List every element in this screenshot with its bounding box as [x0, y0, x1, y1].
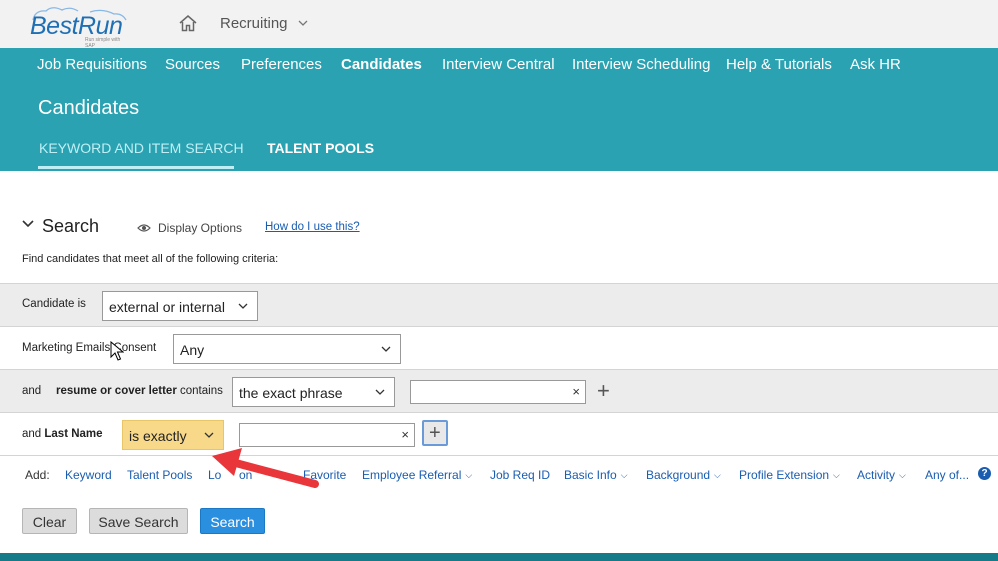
chevron-down-icon: ⌵	[620, 470, 628, 480]
nav-preferences[interactable]: Preferences	[241, 56, 322, 73]
search-section-title: Search	[42, 216, 100, 236]
chevron-down-icon	[298, 20, 308, 26]
mouse-cursor-icon	[110, 341, 124, 361]
chevron-down-icon	[375, 389, 385, 395]
chevron-down-icon	[381, 346, 391, 352]
plus-icon: +	[429, 422, 441, 444]
search-button[interactable]: Search	[200, 508, 265, 534]
criteria-label: resume or cover letter contains	[56, 385, 223, 397]
nav-help-tutorials[interactable]: Help & Tutorials	[726, 56, 832, 73]
criteria-row-candidate-is: Candidate is external or internal	[0, 283, 998, 326]
active-tab-indicator	[38, 166, 234, 169]
criteria-field: resume or cover letter	[56, 385, 177, 397]
criteria-prefix: and	[22, 385, 42, 397]
criteria-operator-text: contains	[180, 385, 223, 397]
add-job-req-id-link[interactable]: Job Req ID	[490, 468, 550, 482]
module-label: Recruiting	[220, 15, 288, 32]
tab-talent-pools[interactable]: TALENT POOLS	[267, 140, 374, 156]
add-activity-link[interactable]: Activity ⌵	[857, 468, 906, 482]
link-label: Activity	[857, 468, 896, 482]
nav-interview-central[interactable]: Interview Central	[442, 56, 555, 73]
link-label: Employee Referral	[362, 468, 462, 482]
clear-button[interactable]: Clear	[22, 508, 77, 534]
collapse-chevron-icon[interactable]	[22, 220, 34, 228]
display-options-button[interactable]: Display Options	[158, 221, 242, 235]
select-value: the exact phrase	[239, 385, 343, 401]
candidate-type-select[interactable]: external or internal	[102, 291, 258, 321]
add-background-link[interactable]: Background ⌵	[646, 468, 721, 482]
chevron-down-icon: ⌵	[465, 470, 473, 480]
home-icon[interactable]	[178, 14, 198, 32]
nav-interview-scheduling[interactable]: Interview Scheduling	[572, 56, 710, 73]
footer-bar	[0, 553, 998, 561]
chevron-down-icon	[238, 303, 248, 309]
how-to-use-link[interactable]: How do I use this?	[265, 221, 360, 233]
add-profile-extension-link[interactable]: Profile Extension ⌵	[739, 468, 840, 482]
criteria-prefix: and	[22, 428, 42, 440]
marketing-consent-select[interactable]: Any	[173, 334, 401, 364]
nav-job-requisitions[interactable]: Job Requisitions	[37, 56, 147, 73]
nav-sources[interactable]: Sources	[165, 56, 220, 73]
add-basic-info-link[interactable]: Basic Info ⌵	[564, 468, 628, 482]
criteria-field: Last Name	[44, 428, 103, 440]
link-label: Basic Info	[564, 468, 617, 482]
link-label: Profile Extension	[739, 468, 830, 482]
eye-icon[interactable]	[137, 223, 151, 233]
select-value: Any	[180, 342, 205, 358]
help-icon[interactable]: ?	[978, 467, 991, 480]
save-search-button[interactable]: Save Search	[89, 508, 188, 534]
tab-keyword-item-search[interactable]: KEYWORD AND ITEM SEARCH	[39, 140, 244, 156]
add-employee-referral-link[interactable]: Employee Referral ⌵	[362, 468, 472, 482]
plus-icon[interactable]: +	[597, 380, 610, 402]
select-value: external or internal	[109, 299, 225, 315]
module-switcher[interactable]: Recruiting	[220, 15, 308, 32]
resume-text-input[interactable]: ×	[410, 380, 586, 404]
add-label: Add:	[25, 468, 50, 482]
chevron-down-icon	[204, 432, 214, 438]
select-value: is exactly	[129, 428, 187, 444]
link-label: Background	[646, 468, 711, 482]
chevron-down-icon: ⌵	[899, 470, 906, 480]
add-any-of-link[interactable]: Any of...	[925, 468, 969, 482]
resume-match-select[interactable]: the exact phrase	[232, 377, 395, 407]
search-instructions: Find candidates that meet all of the fol…	[22, 253, 279, 265]
module-banner: Job Requisitions Sources Preferences Can…	[0, 48, 998, 171]
add-talent-pools-link[interactable]: Talent Pools	[127, 468, 192, 482]
criteria-label: Candidate is	[22, 298, 86, 310]
clear-icon[interactable]: ×	[572, 384, 580, 399]
brand-logo[interactable]: BestRun Run simple with SAP	[30, 6, 130, 49]
add-criteria-button[interactable]: +	[422, 420, 448, 446]
top-header: BestRun Run simple with SAP Recruiting	[0, 0, 998, 49]
nav-candidates[interactable]: Candidates	[341, 56, 422, 73]
clear-icon[interactable]: ×	[401, 427, 409, 442]
chevron-down-icon: ⌵	[833, 470, 840, 480]
criteria-row-last-name: and Last Name is exactly × +	[0, 412, 998, 456]
criteria-row-marketing-consent: Marketing Emails Consent Any	[0, 326, 998, 369]
criteria-label: Marketing Emails Consent	[22, 342, 157, 354]
annotation-arrow-icon	[212, 448, 319, 488]
criteria-row-resume: and resume or cover letter contains the …	[0, 369, 998, 412]
add-keyword-link[interactable]: Keyword	[65, 468, 112, 482]
page-title: Candidates	[38, 97, 140, 119]
chevron-down-icon: ⌵	[714, 470, 721, 480]
nav-ask-hr[interactable]: Ask HR	[850, 56, 901, 73]
criteria-label: and Last Name	[22, 428, 103, 440]
